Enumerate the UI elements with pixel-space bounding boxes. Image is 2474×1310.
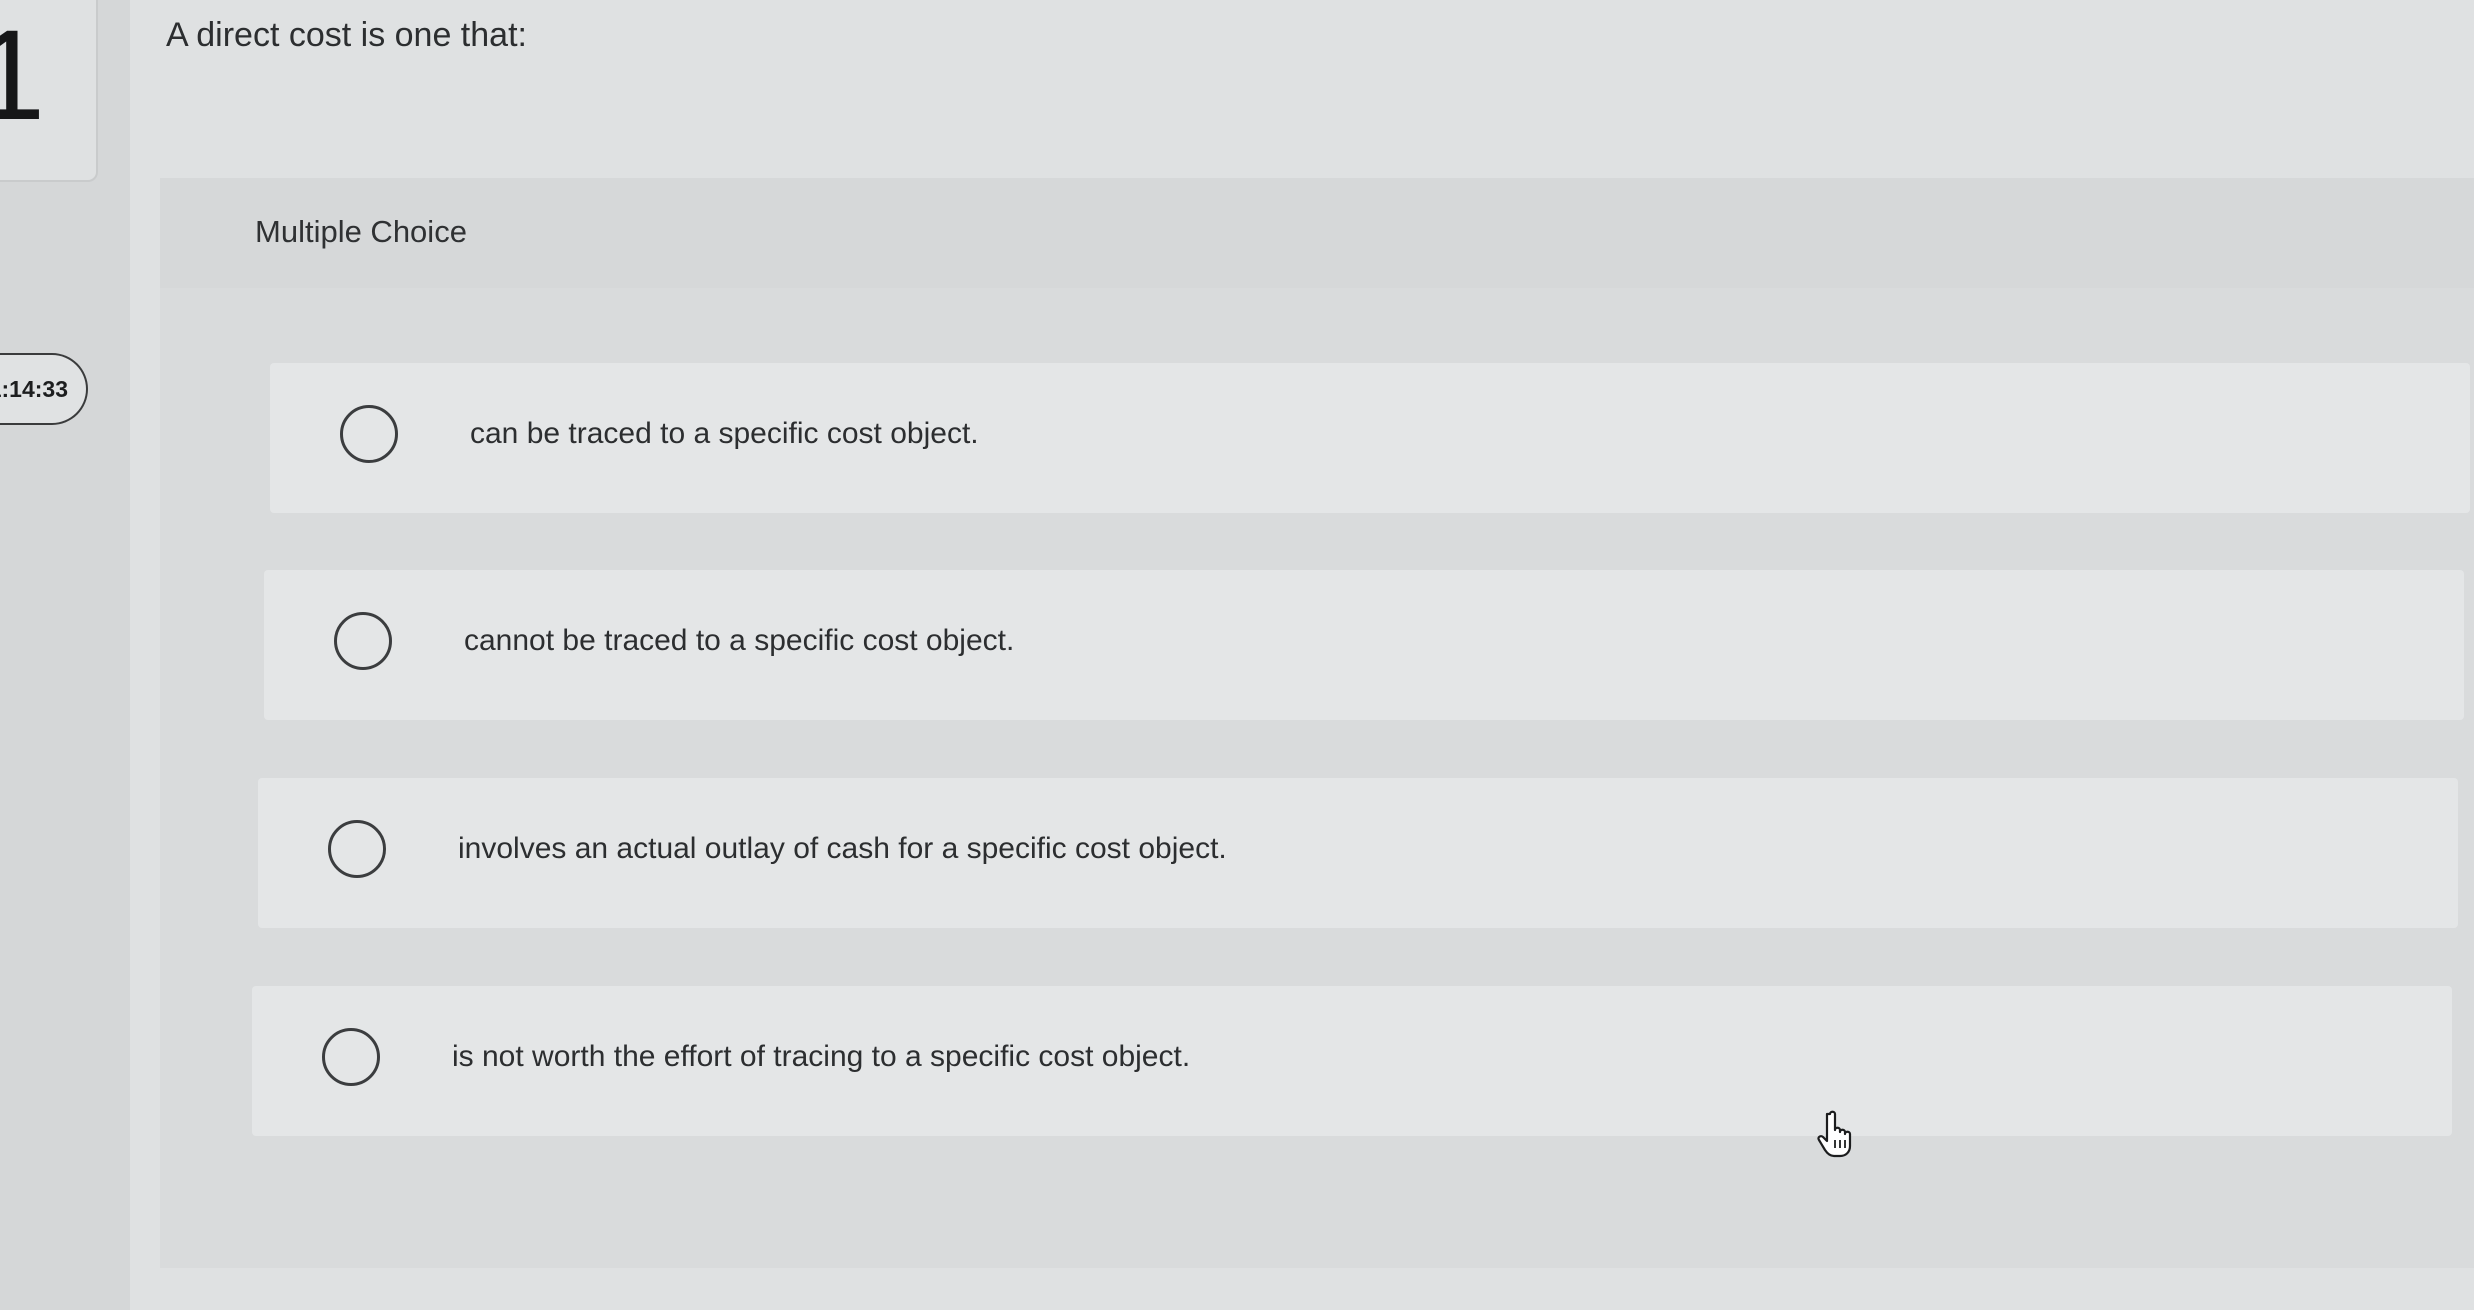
- answer-option-3[interactable]: involves an actual outlay of cash for a …: [258, 778, 2458, 928]
- question-main: A direct cost is one that: Multiple Choi…: [130, 0, 2474, 1310]
- left-rail: 1 1:14:33: [0, 0, 130, 1310]
- answer-option-text: can be traced to a specific cost object.: [470, 417, 979, 450]
- answer-option-1[interactable]: can be traced to a specific cost object.: [270, 363, 2470, 513]
- question-type-header: Multiple Choice: [160, 178, 2474, 288]
- answer-option-text: cannot be traced to a specific cost obje…: [464, 624, 1015, 657]
- hand-pointer-icon: [1817, 1110, 1852, 1158]
- answer-option-4[interactable]: is not worth the effort of tracing to a …: [252, 986, 2452, 1136]
- radio-button-icon[interactable]: [322, 1028, 380, 1086]
- radio-button-icon[interactable]: [328, 820, 386, 878]
- timer-value: 1:14:33: [0, 375, 68, 402]
- answer-panel: Multiple Choice can be traced to a speci…: [160, 178, 2474, 1268]
- timer[interactable]: 1:14:33: [0, 353, 88, 425]
- question-number-box: 1: [0, 0, 98, 182]
- radio-button-icon[interactable]: [340, 405, 398, 463]
- answer-option-text: is not worth the effort of tracing to a …: [452, 1040, 1191, 1073]
- question-prompt: A direct cost is one that:: [166, 16, 527, 54]
- question-number: 1: [0, 4, 46, 147]
- answer-option-text: involves an actual outlay of cash for a …: [458, 832, 1227, 865]
- radio-button-icon[interactable]: [334, 612, 392, 670]
- answer-option-2[interactable]: cannot be traced to a specific cost obje…: [264, 570, 2464, 720]
- question-type-label: Multiple Choice: [255, 214, 467, 249]
